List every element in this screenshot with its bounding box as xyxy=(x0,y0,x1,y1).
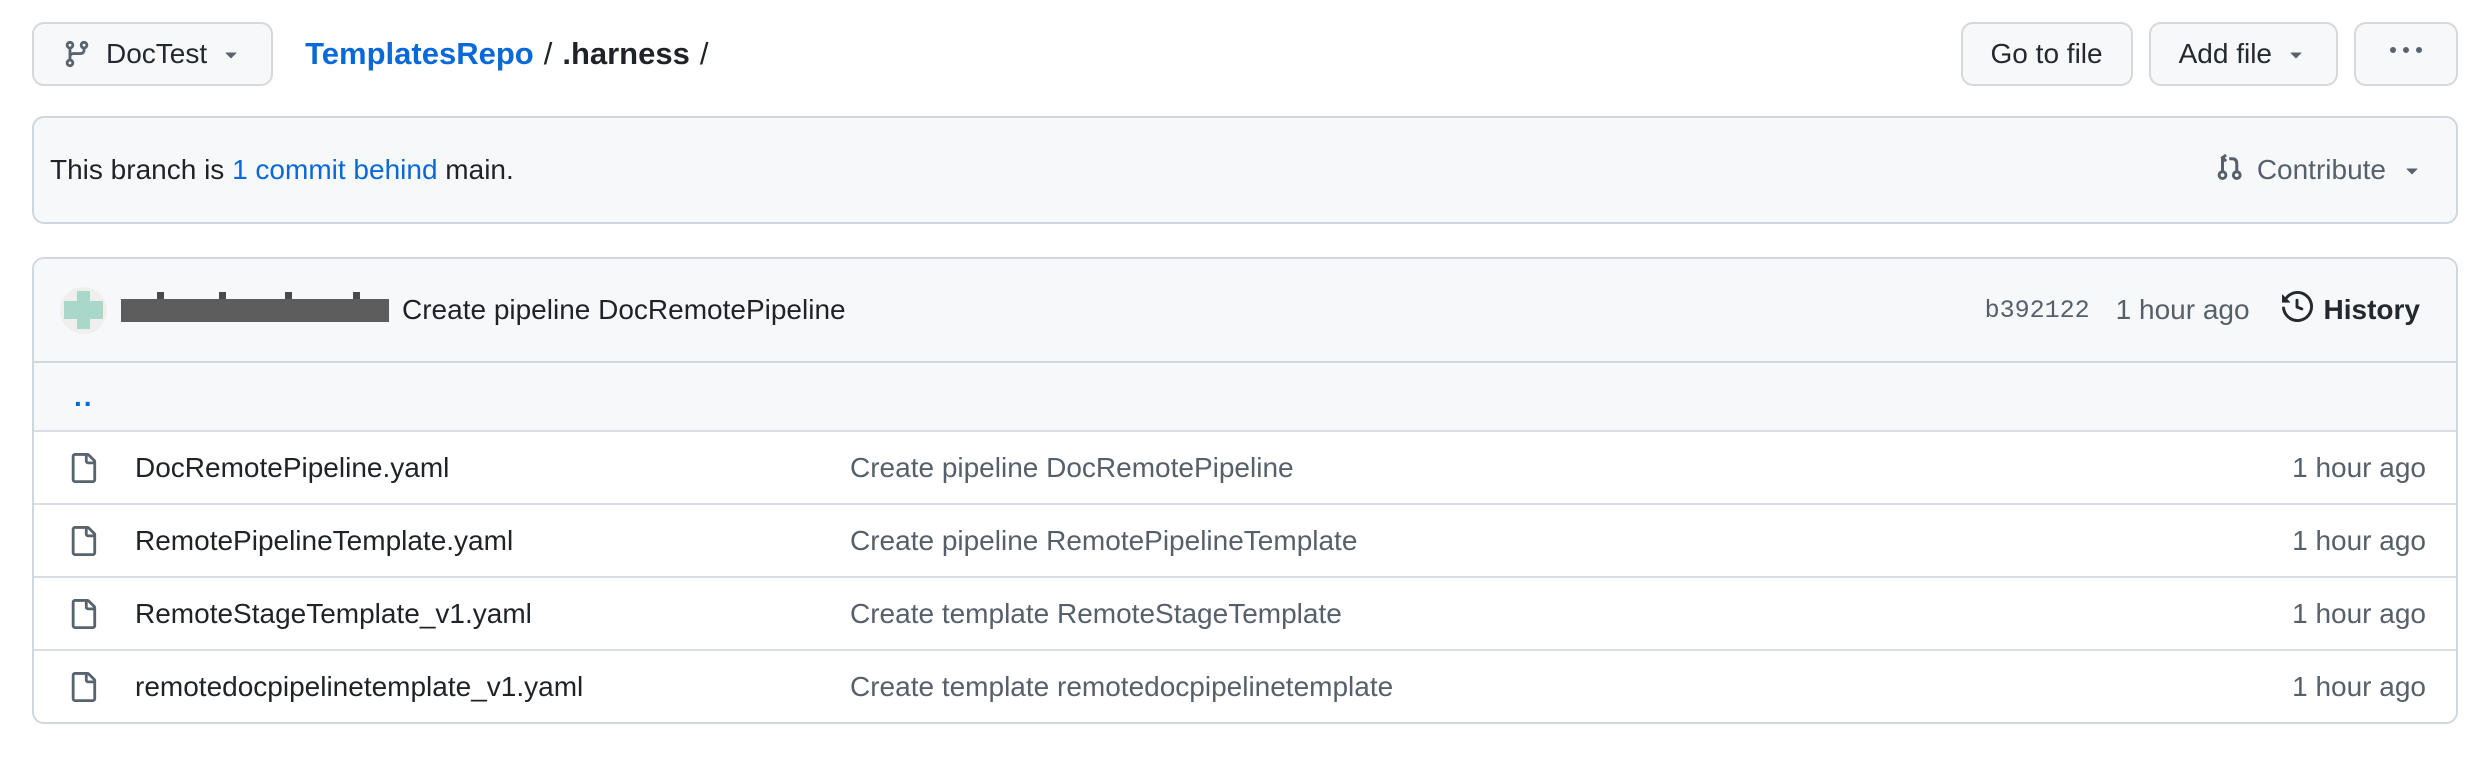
branch-status-suffix: main. xyxy=(438,154,514,185)
table-row[interactable]: RemoteStageTemplate_v1.yaml Create templ… xyxy=(34,576,2456,649)
file-name-cell: RemoteStageTemplate_v1.yaml xyxy=(34,598,850,630)
file-commit-message-cell: Create template RemoteStageTemplate xyxy=(850,598,2292,630)
chevron-down-icon xyxy=(219,42,243,66)
file-name-link[interactable]: DocRemotePipeline.yaml xyxy=(135,452,449,484)
avatar-plus-shape xyxy=(77,291,90,330)
toolbar-actions: Go to file Add file xyxy=(1961,22,2458,86)
commit-time: 1 hour ago xyxy=(2116,294,2250,326)
chevron-down-icon xyxy=(2284,42,2308,66)
history-label: History xyxy=(2324,294,2420,326)
breadcrumb-separator: / xyxy=(544,36,553,71)
file-commit-message-link[interactable]: Create pipeline DocRemotePipeline xyxy=(850,452,1294,483)
table-row[interactable]: DocRemotePipeline.yaml Create pipeline D… xyxy=(34,430,2456,503)
more-options-button[interactable] xyxy=(2354,22,2458,86)
kebab-horizontal-icon xyxy=(2390,35,2422,74)
file-commit-message-cell: Create pipeline DocRemotePipeline xyxy=(850,452,2292,484)
breadcrumb: TemplatesRepo / .harness / xyxy=(305,36,718,72)
file-name-link[interactable]: RemoteStageTemplate_v1.yaml xyxy=(135,598,532,630)
contribute-button[interactable]: Contribute xyxy=(2209,151,2430,190)
add-file-label: Add file xyxy=(2179,38,2272,70)
repo-toolbar: DocTest TemplatesRepo / .harness / Go to fi… xyxy=(32,22,2458,86)
file-name-cell: DocRemotePipeline.yaml xyxy=(34,452,850,484)
latest-commit-message[interactable]: Create pipeline DocRemotePipeline xyxy=(402,294,846,326)
branch-selector-button[interactable]: DocTest xyxy=(32,22,273,86)
file-commit-time: 1 hour ago xyxy=(2292,452,2456,484)
file-name-cell: remotedocpipelinetemplate_v1.yaml xyxy=(34,671,850,703)
file-commit-message-link[interactable]: Create template remotedocpipelinetemplat… xyxy=(850,671,1393,702)
commits-behind-link[interactable]: 1 commit behind xyxy=(232,154,437,185)
git-branch-icon xyxy=(62,39,92,69)
latest-commit-meta: b392122 1 hour ago History xyxy=(1985,290,2426,330)
go-to-file-button[interactable]: Go to file xyxy=(1961,22,2133,86)
file-commit-time: 1 hour ago xyxy=(2292,598,2456,630)
file-commit-message-link[interactable]: Create pipeline RemotePipelineTemplate xyxy=(850,525,1357,556)
file-commit-time: 1 hour ago xyxy=(2292,525,2456,557)
file-icon xyxy=(68,526,98,556)
file-icon xyxy=(68,672,98,702)
history-clock-icon xyxy=(2282,291,2313,329)
file-commit-message-link[interactable]: Create template RemoteStageTemplate xyxy=(850,598,1342,629)
branch-status-prefix: This branch is xyxy=(50,154,232,185)
file-list-container: Create pipeline DocRemotePipeline b39212… xyxy=(32,257,2458,724)
table-row[interactable]: remotedocpipelinetemplate_v1.yaml Create… xyxy=(34,649,2456,722)
latest-commit-bar: Create pipeline DocRemotePipeline b39212… xyxy=(34,259,2456,363)
file-name-cell: RemotePipelineTemplate.yaml xyxy=(34,525,850,557)
commit-author-redacted xyxy=(121,299,389,322)
file-name-link[interactable]: remotedocpipelinetemplate_v1.yaml xyxy=(135,671,583,703)
file-name-link[interactable]: RemotePipelineTemplate.yaml xyxy=(135,525,513,557)
parent-directory-link[interactable]: .. xyxy=(74,390,94,404)
file-commit-message-cell: Create template remotedocpipelinetemplat… xyxy=(850,671,2292,703)
table-row[interactable]: RemotePipelineTemplate.yaml Create pipel… xyxy=(34,503,2456,576)
file-commit-time: 1 hour ago xyxy=(2292,671,2456,703)
contribute-label: Contribute xyxy=(2257,154,2386,186)
file-icon xyxy=(68,599,98,629)
branch-name-label: DocTest xyxy=(106,38,207,70)
breadcrumb-current-dir: .harness xyxy=(562,36,690,71)
breadcrumb-trailing-separator: / xyxy=(700,36,709,71)
branch-status-banner: This branch is 1 commit behind main. Con… xyxy=(32,116,2458,224)
chevron-down-icon xyxy=(2400,158,2424,182)
add-file-button[interactable]: Add file xyxy=(2149,22,2338,86)
breadcrumb-repo-link[interactable]: TemplatesRepo xyxy=(305,36,534,71)
commit-hash-link[interactable]: b392122 xyxy=(1985,296,2090,325)
repo-file-browser: DocTest TemplatesRepo / .harness / Go to fi… xyxy=(0,0,2490,724)
git-compare-icon xyxy=(2215,152,2245,189)
branch-status-text: This branch is 1 commit behind main. xyxy=(50,154,514,186)
history-button[interactable]: History xyxy=(2276,290,2426,330)
file-commit-message-cell: Create pipeline RemotePipelineTemplate xyxy=(850,525,2292,557)
commit-author-avatar[interactable] xyxy=(60,287,107,334)
parent-directory-row[interactable]: .. xyxy=(34,363,2456,430)
file-icon xyxy=(68,453,98,483)
